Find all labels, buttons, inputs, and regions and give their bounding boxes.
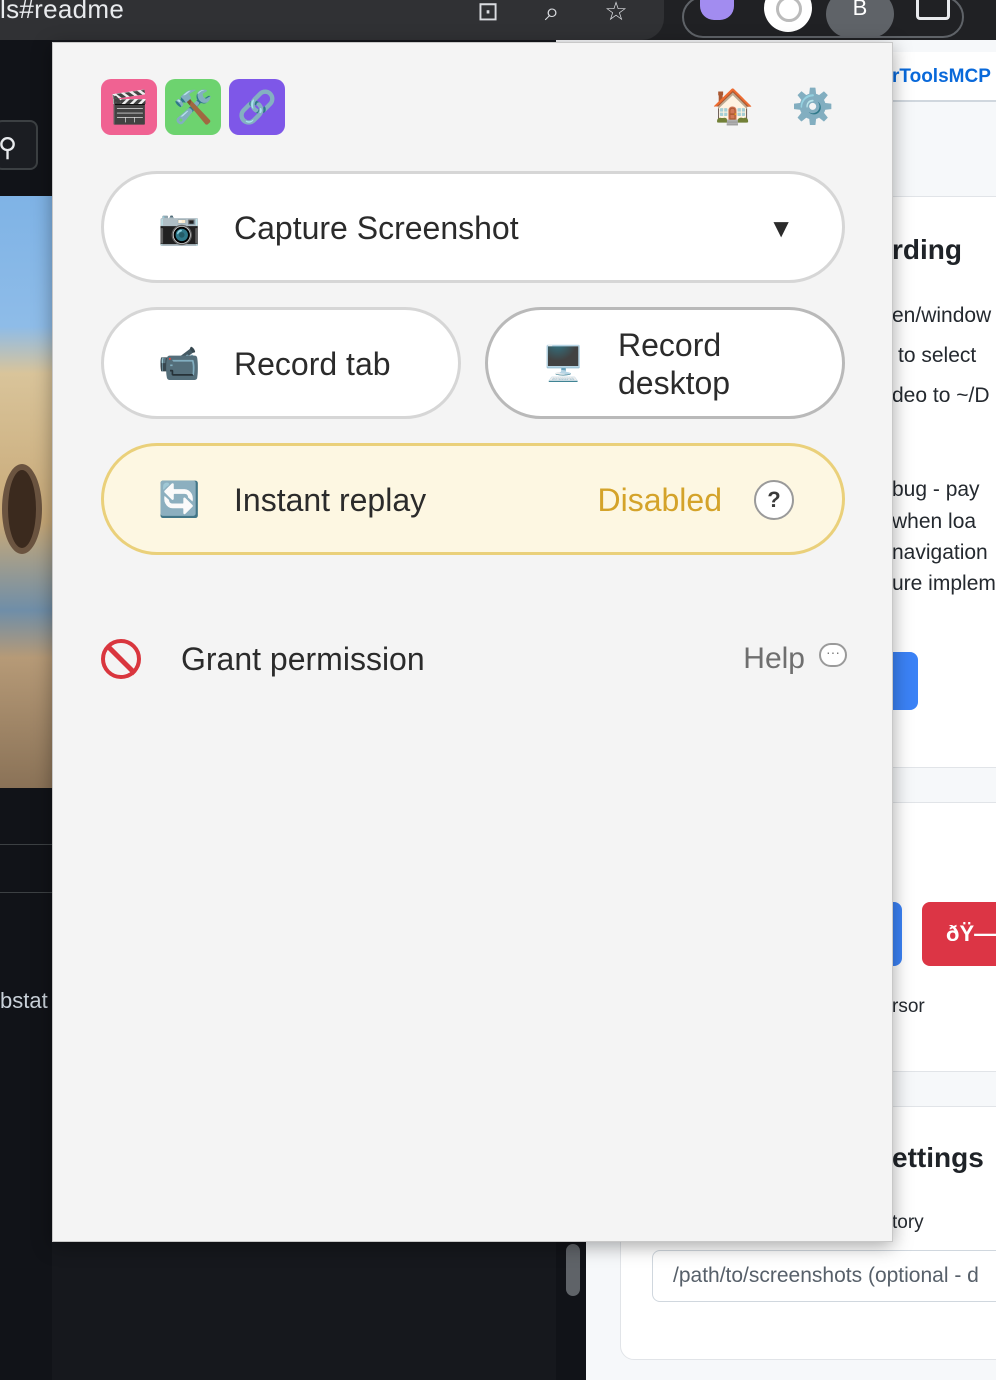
background-line: when loa	[892, 510, 977, 533]
background-line: en/window	[892, 304, 992, 327]
background-left-text: bstat	[0, 988, 48, 1013]
chevron-down-icon[interactable]: ▼	[768, 208, 794, 248]
link-icon[interactable]: 🔗	[229, 79, 285, 135]
background-tab-label: rToolsMCP	[892, 66, 991, 87]
browser-toolbar: ls#readme ⊡ ⌕ ☆ B	[0, 0, 996, 40]
extension-popup: 🎬 🛠️ 🔗 🏠 ⚙️ 📷 Capture Screenshot ▼ 📹 Rec…	[52, 42, 893, 1242]
background-line: ure impleme	[892, 572, 996, 595]
background-image-detail	[2, 464, 42, 554]
bookmark-star-icon[interactable]: ☆	[598, 0, 634, 28]
background-page-left: ⚲ bstat	[0, 40, 52, 1380]
instant-replay-label: Instant replay	[234, 482, 427, 518]
capture-screenshot-button[interactable]: 📷 Capture Screenshot ▼	[101, 171, 845, 283]
refresh-icon: 🔄	[158, 481, 201, 519]
background-image	[0, 196, 52, 788]
home-icon[interactable]: 🏠	[709, 83, 757, 131]
background-heading: ettings	[892, 1142, 984, 1173]
camera-icon: 📷	[158, 209, 201, 247]
background-line: tory	[892, 1212, 924, 1233]
grant-permission-link[interactable]: Grant permission	[181, 639, 425, 679]
background-line: to select	[898, 344, 977, 367]
help-question-icon[interactable]: ?	[754, 480, 794, 520]
background-line: bug - pay	[892, 478, 980, 501]
speech-bubble-icon[interactable]: ···	[819, 643, 847, 667]
background-red-button: ðŸ—	[922, 902, 996, 966]
background-scrollbar-thumb	[566, 1244, 580, 1296]
grant-permission-row: Grant permission Help ···	[101, 639, 847, 679]
prohibited-icon	[101, 639, 141, 679]
clapperboard-icon[interactable]: 🎬	[101, 79, 157, 135]
cast-icon[interactable]: ⊡	[470, 0, 506, 28]
instant-replay-toggle[interactable]: 🔄 Instant replay Disabled ?	[101, 443, 845, 555]
search-icon: ⚲	[0, 132, 18, 162]
zoom-icon[interactable]: ⌕	[534, 0, 570, 28]
record-desktop-button[interactable]: 🖥️ Record desktop	[485, 307, 845, 419]
profile-avatar[interactable]: B	[826, 0, 894, 38]
video-camera-icon: 📹	[158, 345, 201, 383]
background-heading: rding	[892, 234, 962, 265]
divider	[0, 892, 52, 893]
background-line: navigation	[892, 541, 988, 564]
record-desktop-label-line2: desktop	[618, 365, 731, 401]
tools-icon[interactable]: 🛠️	[165, 79, 221, 135]
background-line: deo to ~/D	[892, 384, 990, 407]
record-tab-button[interactable]: 📹 Record tab	[101, 307, 461, 419]
background-line: rsor	[892, 996, 925, 1017]
extensions-puzzle-icon[interactable]	[916, 0, 950, 20]
gear-icon[interactable]: ⚙️	[789, 83, 837, 131]
capture-screenshot-label: Capture Screenshot	[234, 210, 519, 246]
record-desktop-label-line1: Record	[618, 327, 722, 363]
address-bar-url: ls#readme	[0, 0, 125, 24]
instant-replay-status: Disabled	[597, 482, 722, 518]
record-tab-label: Record tab	[234, 346, 391, 382]
help-link[interactable]: Help	[743, 639, 805, 679]
background-search-box: ⚲	[0, 120, 38, 170]
background-path-input: /path/to/screenshots (optional - d	[652, 1250, 996, 1302]
desktop-computer-icon: 🖥️	[542, 345, 585, 383]
divider	[0, 844, 52, 845]
